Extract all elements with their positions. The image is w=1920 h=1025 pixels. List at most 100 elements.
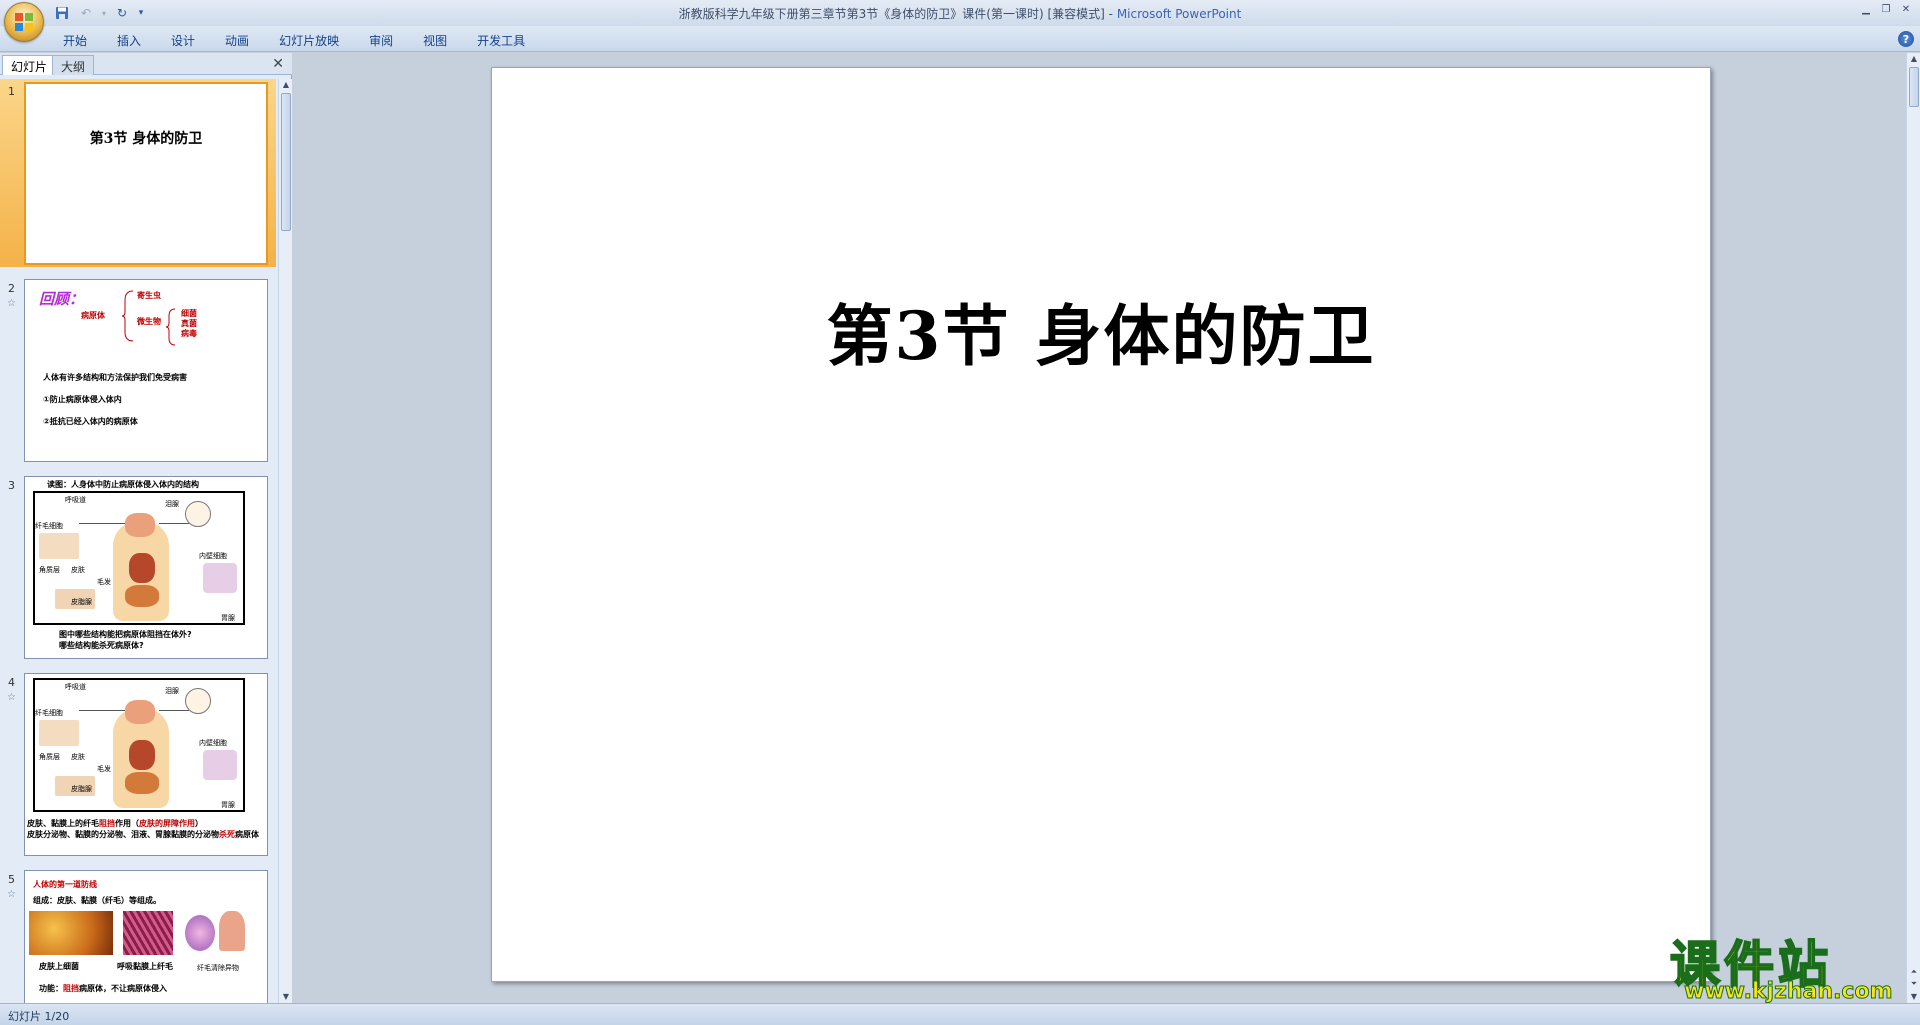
brace-icon: [165, 308, 176, 346]
thumbnail-text-part: 病原体: [235, 830, 259, 839]
thumbnail-text-part: 皮肤的屏障作用: [139, 819, 195, 828]
thumbnail-text: 功能：阻挡病原体，不让病原体侵入: [39, 983, 167, 994]
slide-thumbnail[interactable]: 呼吸道 泪腺 纤毛细胞 角质层 皮肤 毛发 皮脂腺 内壁细胞 胃腺 皮肤、黏膜上…: [24, 673, 268, 856]
slide-number: 4: [8, 676, 15, 689]
thumbnail-text: 病毒: [181, 329, 197, 338]
window-controls: ▁ ❐ ✕: [1858, 2, 1914, 16]
body-diagram: 呼吸道 泪腺 纤毛细胞 角质层 皮肤 毛发 皮脂腺 内壁细胞 胃腺: [33, 678, 245, 812]
restore-icon[interactable]: ❐: [1878, 2, 1894, 16]
thumbnail-text: 皮肤分泌物、黏膜的分泌物、泪液、胃腺黏膜的分泌物杀死病原体: [27, 829, 259, 840]
thumbnail-text-part: 阻挡: [63, 984, 79, 993]
diagram-label: 角质层: [39, 566, 60, 574]
tab-insert[interactable]: 插入: [102, 28, 156, 50]
thumbnail-text: 纤毛清除异物: [197, 964, 239, 972]
thumbnail-text-part: 皮肤分泌物、黏膜的分泌物、泪液、胃腺黏膜的分泌物: [27, 830, 219, 839]
app-name: Microsoft PowerPoint: [1116, 7, 1242, 21]
tab-view[interactable]: 视图: [408, 28, 462, 50]
cilia-image: [123, 911, 173, 955]
thumbnail-text: 呼吸黏膜上纤毛: [117, 962, 173, 971]
diagram-label: 皮肤: [71, 753, 85, 761]
diagram-label: 纤毛细胞: [35, 709, 63, 717]
slide-canvas[interactable]: 第3节 身体的防卫: [491, 67, 1711, 982]
thumbnail-text: 组成：皮肤、黏膜（纤毛）等组成。: [33, 896, 161, 905]
thumbnail-text: 哪些结构能杀死病原体?: [59, 641, 144, 650]
close-pane-icon[interactable]: ✕: [272, 56, 284, 72]
tab-outline[interactable]: 大纲: [52, 55, 95, 75]
slide-editing-area: 第3节 身体的防卫: [294, 53, 1906, 1003]
slide-number: 3: [8, 479, 15, 492]
scroll-up-icon[interactable]: ▲: [281, 80, 291, 90]
slide-thumbnail-row[interactable]: 4 ☆ 呼吸道 泪腺 纤毛细胞 角质层 皮肤 毛发 皮脂腺 内壁细胞 胃腺 皮肤…: [0, 670, 276, 858]
slides-pane: 幻灯片 大纲 ✕ 1 第3节 身体的防卫 2 ☆ 回顾： 病原体 寄生虫 微生物…: [0, 53, 292, 1003]
pane-tabs: 幻灯片 大纲 ✕: [0, 53, 292, 75]
slide-number: 2: [8, 282, 15, 295]
animation-star-icon: ☆: [7, 298, 16, 309]
tab-review[interactable]: 审阅: [354, 28, 408, 50]
scrollbar-thumb[interactable]: [281, 93, 291, 231]
thumbnail-scrollbar[interactable]: ▲ ▼: [278, 79, 292, 1003]
diagram-label: 内壁细胞: [199, 552, 227, 560]
diagram-label: 胃腺: [221, 801, 235, 809]
slide-thumbnail[interactable]: 第3节 身体的防卫: [24, 82, 268, 265]
site-watermark: 课件站 www.kjzhan.com: [1669, 925, 1906, 1005]
diagram-label: 泪腺: [165, 687, 179, 695]
thumbnail-text: ①防止病原体侵入体内: [43, 395, 122, 404]
thumbnail-text-part: 作用（: [115, 819, 139, 828]
slide-number: 5: [8, 873, 15, 886]
thumbnail-text-part: 功能：: [39, 984, 63, 993]
tab-animations[interactable]: 动画: [210, 28, 264, 50]
slide-title[interactable]: 第3节 身体的防卫: [492, 283, 1710, 379]
diagram-label: 泪腺: [165, 500, 179, 508]
scroll-down-icon[interactable]: ▼: [281, 992, 291, 1002]
diagram-label: 呼吸道: [65, 496, 86, 504]
thumbnail-review-label: 回顾：: [39, 290, 85, 308]
thumbnail-title: 第3节 身体的防卫: [89, 131, 203, 147]
diagram-label: 毛发: [97, 765, 111, 773]
scroll-down-icon[interactable]: ▼: [1909, 992, 1919, 1002]
office-button[interactable]: [4, 2, 44, 42]
thumbnail-text: 人体有许多结构和方法保护我们免受病害: [43, 373, 187, 382]
thumbnail-text: 寄生虫: [137, 291, 161, 300]
tab-slides[interactable]: 幻灯片: [2, 55, 57, 75]
slide-thumbnail-row[interactable]: 3 读图：人身体中防止病原体侵入体内的结构 呼吸道 泪腺 纤毛细胞 角质层 皮肤…: [0, 473, 276, 661]
scrollbar-thumb[interactable]: [1909, 67, 1919, 107]
thumbnail-text-part: 病原体，不让病原体侵入: [79, 984, 167, 993]
diagram-label: 角质层: [39, 753, 60, 761]
diagram-label: 皮脂腺: [71, 785, 92, 793]
tab-design[interactable]: 设计: [156, 28, 210, 50]
thumbnail-text-part: 阻挡: [99, 819, 115, 828]
bacteria-image: [29, 911, 113, 955]
diagram-label: 毛发: [97, 578, 111, 586]
slide-thumbnail[interactable]: 读图：人身体中防止病原体侵入体内的结构 呼吸道 泪腺 纤毛细胞 角质层 皮肤 毛…: [24, 476, 268, 659]
animation-star-icon: ☆: [7, 889, 16, 900]
body-diagram: 呼吸道 泪腺 纤毛细胞 角质层 皮肤 毛发 皮脂腺 内壁细胞 胃腺: [33, 491, 245, 625]
tab-developer[interactable]: 开发工具: [462, 28, 540, 50]
slide-scrollbar[interactable]: ▲ ⏶ ⏷ ▼: [1906, 53, 1920, 1003]
minimize-icon[interactable]: ▁: [1858, 2, 1874, 16]
slide-thumbnail-row[interactable]: 1 第3节 身体的防卫: [0, 79, 276, 267]
person-image: [219, 911, 245, 951]
tab-home[interactable]: 开始: [48, 28, 102, 50]
window-title: 浙教版科学九年级下册第三章节第3节《身体的防卫》课件(第一课时) [兼容模式] …: [0, 5, 1920, 22]
next-slide-icon[interactable]: ⏷: [1909, 979, 1919, 989]
close-icon[interactable]: ✕: [1898, 2, 1914, 16]
thumbnail-text: 病原体: [81, 311, 105, 320]
help-icon[interactable]: ?: [1898, 31, 1914, 47]
title-separator: -: [1104, 7, 1117, 21]
slide-thumbnail[interactable]: 回顾： 病原体 寄生虫 微生物 细菌 真菌 病毒 人体有许多结构和方法保护我们免…: [24, 279, 268, 462]
thumbnail-text: ②抵抗已经入体内的病原体: [43, 417, 138, 426]
diagram-label: 胃腺: [221, 614, 235, 622]
slide-thumbnail-row[interactable]: 5 ☆ 人体的第一道防线 组成：皮肤、黏膜（纤毛）等组成。 皮肤上细菌 呼吸黏膜…: [0, 867, 276, 1003]
previous-slide-icon[interactable]: ⏶: [1909, 967, 1919, 977]
slide-thumbnail[interactable]: 人体的第一道防线 组成：皮肤、黏膜（纤毛）等组成。 皮肤上细菌 呼吸黏膜上纤毛 …: [24, 870, 268, 1003]
thumbnail-text: 微生物: [137, 317, 161, 326]
diagram-label: 呼吸道: [65, 683, 86, 691]
slide-thumbnail-row[interactable]: 2 ☆ 回顾： 病原体 寄生虫 微生物 细菌 真菌 病毒 人体有许多结构和方法保…: [0, 276, 276, 464]
scroll-up-icon[interactable]: ▲: [1909, 54, 1919, 64]
diagram-label: 皮脂腺: [71, 598, 92, 606]
tab-slideshow[interactable]: 幻灯片放映: [264, 28, 354, 50]
thumbnail-text-part: 皮肤、黏膜上的纤毛: [27, 819, 99, 828]
thumbnail-text: 皮肤上细菌: [39, 962, 79, 971]
diagram-label: 纤毛细胞: [35, 522, 63, 530]
diagram-label: 皮肤: [71, 566, 85, 574]
